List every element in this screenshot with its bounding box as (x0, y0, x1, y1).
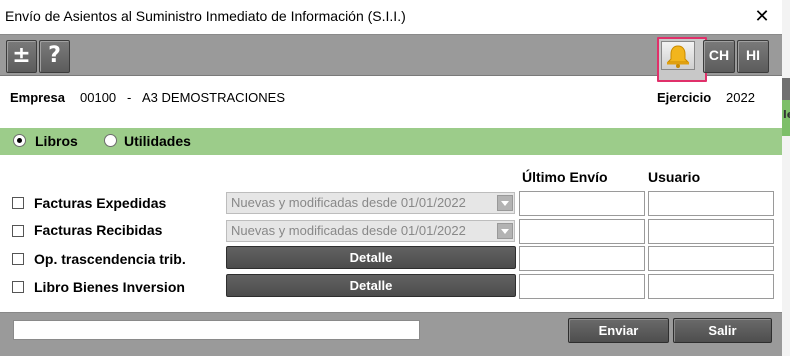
column-header-usuario: Usuario (648, 169, 701, 185)
enviar-button[interactable]: Enviar (568, 318, 669, 343)
radio-libros[interactable] (13, 134, 26, 147)
label-op-trascendencia: Op. trascendencia trib. (34, 251, 186, 267)
combo-facturas-expedidas-value: Nuevas y modificadas desde 01/01/2022 (231, 195, 466, 210)
usuario-field[interactable] (648, 274, 774, 299)
label-facturas-expedidas: Facturas Expedidas (34, 195, 167, 211)
empresa-separator: - (127, 90, 132, 105)
close-button[interactable]: ✕ (748, 4, 776, 30)
chevron-down-icon[interactable] (497, 195, 513, 211)
background-window-text: le (783, 108, 790, 121)
radio-utilidades-label[interactable]: Utilidades (124, 133, 191, 149)
expand-collapse-button[interactable]: ± (6, 40, 37, 73)
radio-libros-label[interactable]: Libros (35, 133, 78, 149)
notifications-button[interactable] (657, 37, 707, 82)
combo-facturas-expedidas[interactable]: Nuevas y modificadas desde 01/01/2022 (226, 192, 515, 214)
salir-button[interactable]: Salir (673, 318, 772, 343)
toolbar: ± ? CH HI (0, 34, 782, 82)
ejercicio-label: Ejercicio (657, 90, 712, 105)
ultimo-envio-field[interactable] (519, 274, 645, 299)
help-button[interactable]: ? (39, 40, 70, 73)
chevron-down-icon[interactable] (497, 223, 513, 239)
combo-facturas-recibidas[interactable]: Nuevas y modificadas desde 01/01/2022 (226, 220, 515, 242)
background-toolbar-strip (782, 78, 790, 100)
bell-icon (666, 44, 690, 68)
status-field[interactable] (13, 320, 420, 340)
label-libro-bienes-inversion: Libro Bienes Inversion (34, 279, 185, 295)
window-title: Envío de Asientos al Suministro Inmediat… (5, 8, 406, 24)
ch-button[interactable]: CH (703, 40, 735, 73)
detalle-button-op-trascendencia[interactable]: Detalle (226, 246, 516, 269)
empresa-code: 00100 (80, 90, 117, 105)
mode-selector-band: Libros Utilidades (0, 128, 782, 155)
background-window-edge: le (782, 0, 790, 356)
checkbox-facturas-expedidas[interactable] (12, 197, 24, 209)
usuario-field[interactable] (648, 246, 774, 271)
notifications-button-face (661, 41, 695, 70)
label-facturas-recibidas: Facturas Recibidas (34, 222, 163, 238)
checkbox-facturas-recibidas[interactable] (12, 225, 24, 237)
usuario-field[interactable] (648, 219, 774, 244)
detalle-button-libro-bienes[interactable]: Detalle (226, 274, 516, 297)
ultimo-envio-field[interactable] (519, 191, 645, 216)
ejercicio-value: 2022 (726, 90, 755, 105)
ultimo-envio-field[interactable] (519, 246, 645, 271)
ultimo-envio-field[interactable] (519, 219, 645, 244)
radio-utilidades[interactable] (104, 134, 117, 147)
combo-facturas-recibidas-value: Nuevas y modificadas desde 01/01/2022 (231, 223, 466, 238)
checkbox-op-trascendencia[interactable] (12, 253, 24, 265)
empresa-label: Empresa (10, 90, 65, 105)
title-bar: Envío de Asientos al Suministro Inmediat… (0, 0, 790, 34)
empresa-name: A3 DEMOSTRACIONES (142, 90, 286, 105)
usuario-field[interactable] (648, 191, 774, 216)
checkbox-libro-bienes-inversion[interactable] (12, 281, 24, 293)
hi-button[interactable]: HI (737, 40, 769, 73)
column-header-ultimo-envio: Último Envío (522, 169, 608, 185)
